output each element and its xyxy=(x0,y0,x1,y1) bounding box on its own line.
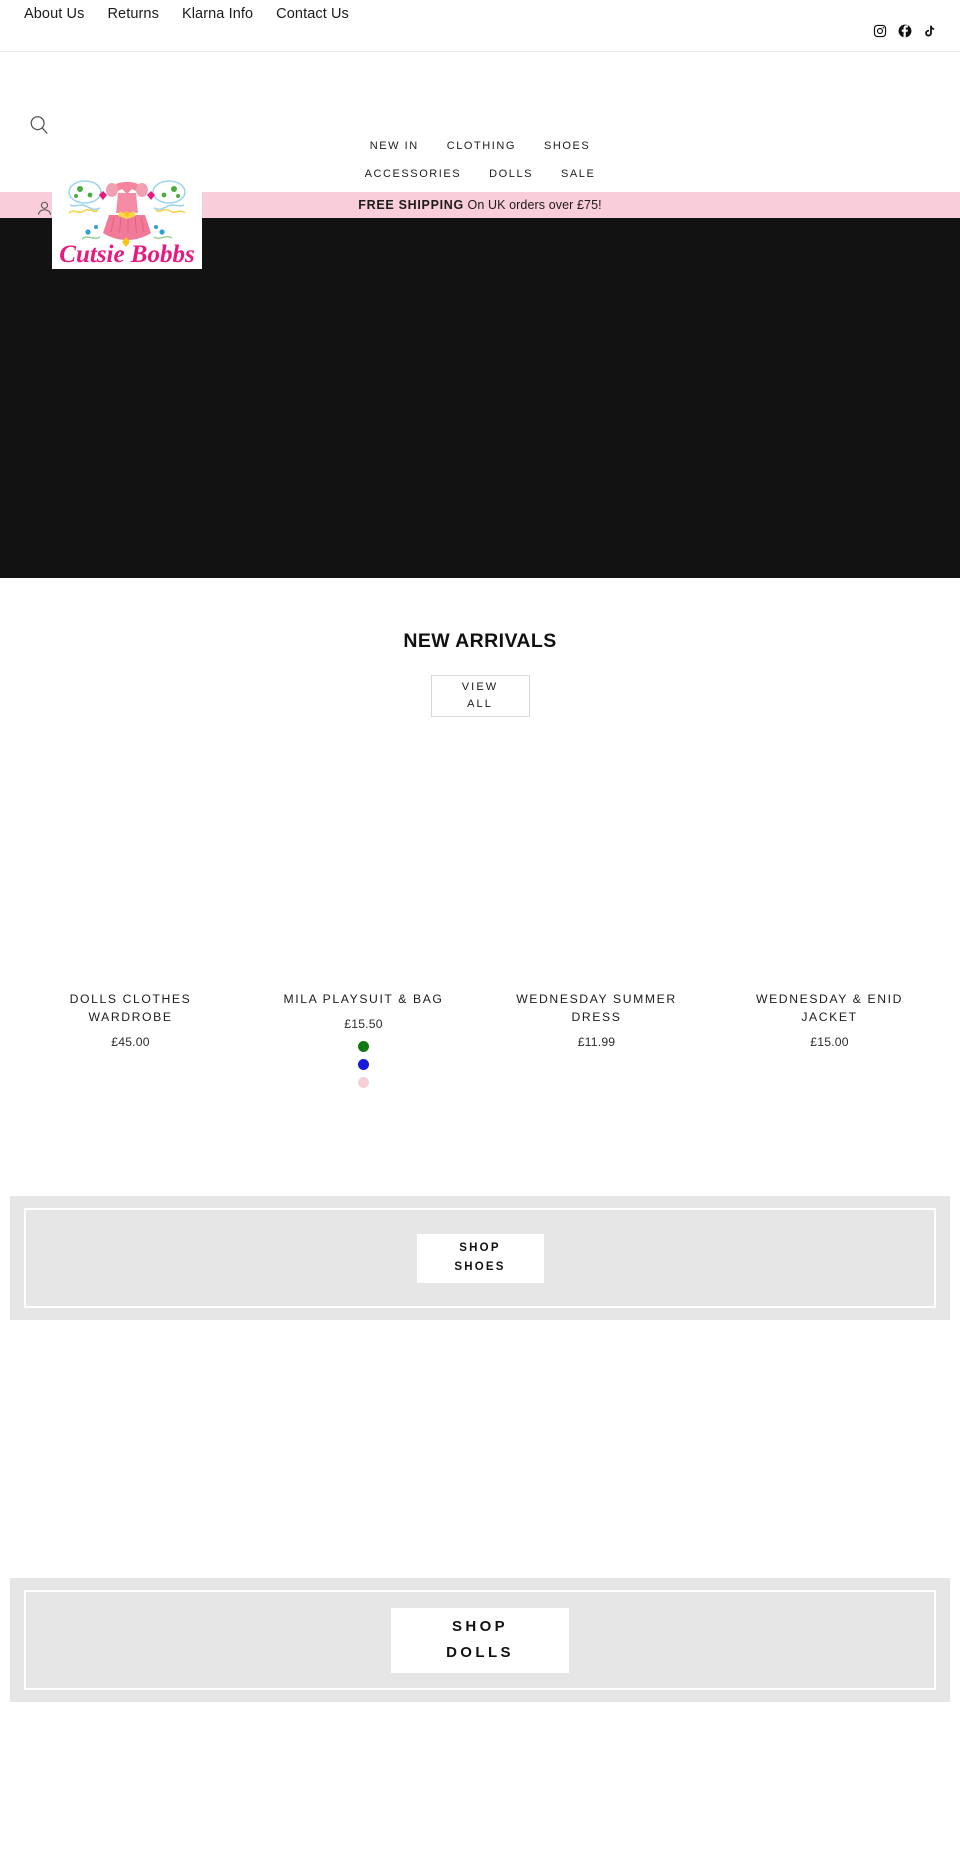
nav-item-clothing[interactable]: CLOTHING xyxy=(447,140,516,152)
main-nav-row-1: NEW IN CLOTHING SHOES xyxy=(370,140,591,152)
main-nav-row-2: ACCESSORIES DOLLS SALE xyxy=(365,168,596,180)
view-all-button[interactable]: VIEW ALL xyxy=(430,675,530,717)
hero-banner[interactable] xyxy=(0,218,960,609)
product-price: £15.50 xyxy=(344,1017,383,1031)
utility-link-contact-us[interactable]: Contact Us xyxy=(276,6,349,22)
product-card[interactable]: MILA PLAYSUIT & BAG £15.50 xyxy=(247,771,480,1088)
nav-item-shoes[interactable]: SHOES xyxy=(544,140,590,152)
utility-link-klarna-info[interactable]: Klarna Info xyxy=(182,6,253,22)
promo-banner-dolls: SHOP DOLLS xyxy=(10,1578,950,1702)
utility-link-about-us[interactable]: About Us xyxy=(24,6,84,22)
utility-bar: About Us Returns Klarna Info Contact Us xyxy=(0,0,960,52)
color-swatch-pink[interactable] xyxy=(358,1077,369,1088)
nav-item-accessories[interactable]: ACCESSORIES xyxy=(365,168,462,180)
product-price: £45.00 xyxy=(111,1035,150,1049)
shop-shoes-line-2: SHOES xyxy=(454,1261,506,1273)
shop-dolls-line-2: DOLLS xyxy=(446,1644,514,1661)
free-shipping-strong: FREE SHIPPING xyxy=(358,198,464,212)
site-logo[interactable]: Cutsie Bobbs xyxy=(52,169,202,269)
svg-text:Cutsie Bobbs: Cutsie Bobbs xyxy=(59,241,194,268)
page-title: NEW ARRIVALS xyxy=(403,630,557,652)
instagram-icon[interactable] xyxy=(873,24,887,38)
shop-shoes-line-1: SHOP xyxy=(459,1242,501,1254)
product-image[interactable] xyxy=(713,771,946,979)
view-all-wrap: VIEW ALL xyxy=(0,675,960,717)
nav-item-sale[interactable]: SALE xyxy=(561,168,595,180)
product-title[interactable]: WEDNESDAY SUMMER DRESS xyxy=(499,990,694,1026)
account-icon[interactable] xyxy=(36,200,53,217)
view-all-line-2: ALL xyxy=(467,698,493,710)
nav-item-dolls[interactable]: DOLLS xyxy=(489,168,533,180)
product-title[interactable]: WEDNESDAY & ENID JACKET xyxy=(732,990,927,1026)
social-links xyxy=(873,24,936,38)
new-arrivals-section: NEW ARRIVALS VIEW ALL DOLLS CLOTHES WARD… xyxy=(0,578,960,1088)
search-icon[interactable] xyxy=(28,114,50,136)
shop-shoes-button[interactable]: SHOP SHOES xyxy=(416,1233,544,1283)
product-card[interactable]: WEDNESDAY & ENID JACKET £15.00 xyxy=(713,771,946,1088)
free-shipping-text: FREE SHIPPING On UK orders over £75! xyxy=(358,198,601,212)
facebook-icon[interactable] xyxy=(898,24,912,38)
product-price: £15.00 xyxy=(810,1035,849,1049)
product-title[interactable]: MILA PLAYSUIT & BAG xyxy=(284,990,444,1008)
utility-nav: About Us Returns Klarna Info Contact Us xyxy=(24,0,349,28)
free-shipping-rest: On UK orders over £75! xyxy=(463,198,602,212)
product-card[interactable]: DOLLS CLOTHES WARDROBE £45.00 xyxy=(14,771,247,1088)
tiktok-icon[interactable] xyxy=(923,24,936,38)
page-tail xyxy=(0,1702,960,1770)
view-all-line-1: VIEW xyxy=(461,681,499,693)
promo-banner-shoes: SHOP SHOES xyxy=(10,1196,950,1320)
nav-item-new-in[interactable]: NEW IN xyxy=(370,140,419,152)
product-image[interactable] xyxy=(14,771,247,979)
product-grid: DOLLS CLOTHES WARDROBE £45.00 MILA PLAYS… xyxy=(0,771,960,1088)
product-image[interactable] xyxy=(480,771,713,979)
product-price: £11.99 xyxy=(577,1035,616,1049)
product-card[interactable]: WEDNESDAY SUMMER DRESS £11.99 xyxy=(480,771,713,1088)
utility-link-returns[interactable]: Returns xyxy=(107,6,158,22)
color-swatch-green[interactable] xyxy=(358,1041,369,1052)
shop-dolls-button[interactable]: SHOP DOLLS xyxy=(391,1607,569,1673)
product-image[interactable] xyxy=(247,771,480,979)
shop-dolls-line-1: SHOP xyxy=(451,1618,509,1635)
product-title[interactable]: DOLLS CLOTHES WARDROBE xyxy=(33,990,228,1026)
color-swatch-blue[interactable] xyxy=(358,1059,369,1070)
product-swatches xyxy=(358,1041,369,1088)
site-header: Cutsie Bobbs NEW IN CLOTHING SHOES ACCES… xyxy=(0,52,960,269)
